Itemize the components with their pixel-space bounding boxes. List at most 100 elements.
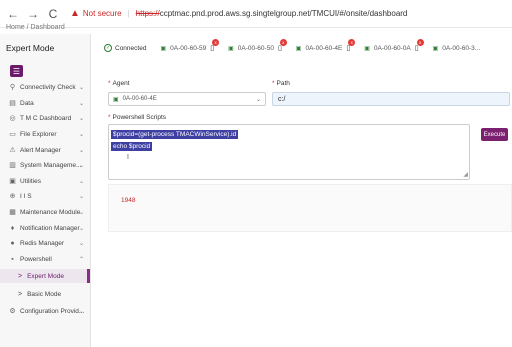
sidebar-item-label: I I S [20, 192, 32, 200]
sidebar-item[interactable]: ▤ Data ⌄ [0, 96, 90, 110]
sidebar-item-icon: ▣ [9, 178, 16, 185]
sidebar-item-label: Notification Manager [20, 224, 80, 232]
sidebar-item-label: Powershell [20, 255, 52, 263]
chevron-icon: ⌄ [78, 147, 84, 154]
chevron-icon: ⌄ [78, 162, 84, 169]
path-label: * Path [272, 80, 290, 87]
gear-icon: ⚙ [9, 308, 16, 315]
close-badge-icon[interactable]: x [279, 39, 287, 46]
sidebar-subitem-label: Expert Mode [27, 272, 64, 280]
sidebar-item-icon: ▥ [9, 162, 16, 169]
close-badge-icon[interactable]: x [348, 39, 356, 46]
sidebar-item[interactable]: ⚠ Alert Manager ⌄ [0, 143, 90, 157]
scripts-label: * Powershell Scripts [108, 114, 166, 121]
chevron-icon: ⌄ [78, 193, 84, 200]
sidebar-item-icon: ⊕ [9, 193, 16, 200]
sidebar-item-icon: ● [10, 239, 15, 247]
connection-bar: ✓ Connected ▣ 0A-00-60-59 ▯ x ▣ 0A-00-60-50 ▯ x… [92, 39, 512, 56]
not-secure-label[interactable]: Not secure [83, 9, 122, 18]
sidebar-item[interactable]: ◎ T M C Dashboard ⌄ [0, 111, 90, 125]
agent-select-value: 0A-00-60-4E [122, 96, 157, 102]
sidebar-item[interactable]: ⊕ I I S ⌄ [0, 189, 90, 203]
path-input[interactable]: c:/ [272, 92, 510, 106]
back-icon[interactable]: ← [6, 7, 20, 21]
agent-chip[interactable]: ▣ 0A-00-60-3... [433, 44, 481, 52]
sidebar-item-icon: ▦ [9, 209, 16, 216]
check-icon: ✓ [104, 44, 112, 52]
reload-icon[interactable]: C [46, 7, 60, 21]
script-line-2: echo $procid [111, 142, 153, 151]
text-cursor-icon: I [127, 154, 129, 161]
connection-status: ✓ Connected [104, 44, 146, 52]
sidebar-item-label: Alert Manager [20, 146, 61, 154]
close-badge-icon[interactable]: x [416, 39, 424, 46]
sidebar-item[interactable]: ▥ System Manageme... ⌄ [0, 158, 90, 172]
chevron-icon: ⌄ [78, 115, 84, 122]
agent-chip-label: 0A-00-60-0A [373, 44, 411, 52]
sidebar-item-label: Maintenance Module [20, 208, 81, 216]
agent-chip-label: 0A-00-60-4E [305, 44, 343, 52]
sidebar-subitem-label: Basic Mode [27, 290, 62, 298]
chevron-icon: ⌄ [78, 84, 84, 91]
chevron-icon: ⌄ [78, 131, 84, 138]
agent-chip[interactable]: ▣ 0A-00-60-4E ▯ x [296, 39, 356, 52]
divider: | [127, 9, 130, 18]
sidebar-item-label: Connectivity Check [20, 83, 76, 91]
chevron-icon: ⌄ [78, 308, 84, 315]
close-badge-icon[interactable]: x [212, 39, 220, 46]
address-bar[interactable]: ▲ Not secure | https:// ccptmac.pnd.prod… [70, 6, 407, 22]
agent-icon: ▣ [228, 45, 234, 52]
chevron-icon: ⌄ [78, 100, 84, 107]
chevron-right-icon: > [18, 272, 23, 280]
connected-label: Connected [115, 44, 147, 52]
output-panel: 1948 [108, 184, 512, 232]
agent-icon: ▣ [113, 96, 119, 103]
chevron-down-icon: ⌄ [255, 96, 261, 103]
sidebar-item-label: Redis Manager [20, 239, 65, 247]
sidebar-item-icon: ▪ [11, 255, 14, 263]
url-text: ccptmac.pnd.prod.aws.sg.singtelgroup.net… [159, 9, 408, 18]
sidebar-title: Expert Mode [6, 43, 55, 53]
chevron-icon: ⌄ [78, 225, 84, 232]
sidebar-item-icon: ▭ [9, 131, 16, 138]
chevron-icon: ⌄ [78, 240, 84, 247]
sidebar-item-icon: ⚲ [9, 84, 16, 91]
sidebar-item[interactable]: ● Redis Manager ⌄ [0, 236, 90, 250]
breadcrumb[interactable]: Home / Dashboard [6, 24, 65, 31]
sidebar-item-label: T M C Dashboard [20, 114, 72, 122]
resize-handle-icon[interactable]: ◢ [463, 171, 468, 178]
sidebar-item-icon: ◎ [9, 115, 16, 122]
sidebar-item[interactable]: ▭ File Explorer ⌄ [0, 127, 90, 141]
agent-icon: ▣ [160, 45, 167, 52]
sidebar-item-label: Configuration Provid... [20, 307, 85, 315]
sidebar-item-label: Data [20, 99, 34, 107]
sidebar-item[interactable]: ▪ Powershell ⌃ [0, 252, 90, 266]
url-scheme: https:// [135, 9, 160, 18]
agent-chip-label: 0A-00-60-50 [237, 44, 274, 52]
browser-toolbar: ← → C ▲ Not secure | https:// ccptmac.pn… [0, 0, 512, 28]
agent-chip-label: 0A-00-60-3... [442, 44, 481, 52]
sidebar-item[interactable]: ▣ Utilities ⌄ [0, 174, 90, 188]
sidebar-item[interactable]: ♦ Notification Manager ⌄ [0, 221, 90, 235]
agent-chip[interactable]: ▣ 0A-00-60-50 ▯ x [228, 39, 287, 52]
sidebar-item[interactable]: ⚲ Connectivity Check ⌄ [0, 80, 90, 94]
sidebar-item-label: Utilities [20, 177, 41, 185]
sidebar-subitem[interactable]: > Basic Mode [0, 287, 90, 301]
sidebar-item-icon: ▤ [9, 100, 16, 107]
sidebar-item[interactable]: ⚙ Configuration Provid... ⌄ [0, 304, 90, 318]
sidebar-item-label: System Manageme... [20, 161, 82, 169]
chevron-icon: ⌃ [78, 256, 84, 263]
agent-icon: ▣ [432, 45, 439, 52]
agent-chip[interactable]: ▣ 0A-00-60-0A ▯ x [364, 39, 424, 52]
chevron-right-icon: > [18, 290, 23, 298]
script-editor[interactable]: $procid=(get-process TMACWinService).id … [108, 124, 470, 180]
sidebar-item[interactable]: ▦ Maintenance Module ⌄ [0, 205, 90, 219]
agent-chip[interactable]: ▣ 0A-00-60-59 ▯ x [160, 39, 220, 52]
execute-button[interactable]: Execute [481, 128, 508, 141]
warning-icon: ▲ [70, 8, 80, 19]
sidebar-subitem[interactable]: > Expert Mode [0, 269, 90, 283]
menu-toggle-icon[interactable]: ☰ [10, 65, 23, 77]
agent-select[interactable]: ▣ 0A-00-60-4E ⌄ [108, 92, 266, 106]
forward-icon[interactable]: → [26, 7, 40, 21]
chevron-icon: ⌄ [78, 178, 84, 185]
